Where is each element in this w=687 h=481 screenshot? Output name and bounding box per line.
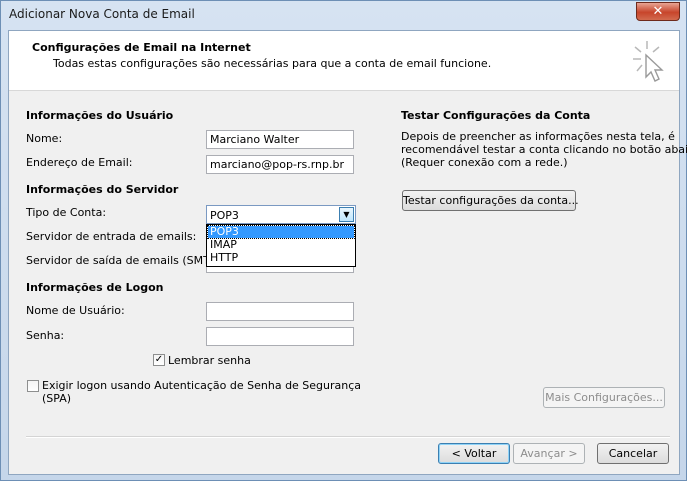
- test-account-settings-button[interactable]: Testar configurações da conta...: [402, 190, 579, 211]
- add-email-account-dialog: Adicionar Nova Conta de Email ✕ Configur…: [0, 0, 687, 481]
- wizard-header: Configurações de Email na Internet Todas…: [9, 31, 679, 91]
- account-type-value: POP3: [210, 209, 239, 222]
- password-label: Senha:: [26, 329, 65, 342]
- title-bar: Adicionar Nova Conta de Email ✕: [1, 1, 686, 29]
- next-button[interactable]: Avançar >: [513, 443, 585, 464]
- header-title: Configurações de Email na Internet: [32, 41, 251, 54]
- username-label: Nome de Usuário:: [26, 304, 125, 317]
- more-settings-button[interactable]: Mais Configurações...: [543, 387, 665, 408]
- account-type-select[interactable]: POP3 ▼: [206, 205, 356, 224]
- name-field[interactable]: Marciano Walter: [206, 130, 354, 149]
- dropdown-option-pop3[interactable]: POP3: [207, 225, 355, 239]
- email-label: Endereço de Email:: [26, 156, 133, 169]
- account-type-dropdown-list: POP3 IMAP HTTP: [206, 224, 356, 267]
- test-settings-heading: Testar Configurações da Conta: [401, 109, 591, 122]
- dialog-content: Configurações de Email na Internet Todas…: [8, 30, 687, 475]
- name-label: Nome:: [26, 132, 63, 145]
- dropdown-option-http[interactable]: HTTP: [208, 252, 354, 264]
- footer-divider: [26, 436, 670, 438]
- server-info-heading: Informações do Servidor: [26, 183, 179, 196]
- account-type-label: Tipo de Conta:: [26, 206, 107, 219]
- remember-password-checkbox[interactable]: ✓: [153, 354, 165, 366]
- logon-info-heading: Informações de Logon: [26, 281, 164, 294]
- email-field[interactable]: marciano@pop-rs.rnp.br: [206, 155, 354, 174]
- window-title: Adicionar Nova Conta de Email: [9, 7, 195, 21]
- back-button[interactable]: < Voltar: [438, 443, 510, 464]
- cursor-sparkle-icon: [633, 41, 664, 82]
- close-button[interactable]: ✕: [636, 2, 680, 21]
- cancel-button[interactable]: Cancelar: [597, 443, 669, 464]
- incoming-server-label: Servidor de entrada de emails:: [26, 230, 197, 243]
- test-description-line3: (Requer conexão com a rede.): [401, 156, 568, 169]
- password-field[interactable]: [206, 327, 354, 346]
- test-description-line1: Depois de preencher as informações nesta…: [401, 130, 675, 143]
- header-subtitle: Todas estas configurações são necessária…: [53, 57, 492, 70]
- user-info-heading: Informações do Usuário: [26, 109, 174, 122]
- test-description-line2: recomendável testar a conta clicando no …: [401, 143, 687, 156]
- username-field[interactable]: [206, 302, 354, 321]
- outgoing-server-label: Servidor de saída de emails (SMTP):: [26, 254, 225, 267]
- spa-label-line2: (SPA): [42, 392, 72, 405]
- dropdown-option-imap[interactable]: IMAP: [208, 239, 354, 251]
- spa-checkbox[interactable]: [27, 380, 39, 392]
- spa-label[interactable]: Exigir logon usando Autenticação de Senh…: [42, 379, 361, 392]
- chevron-down-icon[interactable]: ▼: [339, 207, 354, 222]
- remember-password-label[interactable]: Lembrar senha: [168, 354, 251, 367]
